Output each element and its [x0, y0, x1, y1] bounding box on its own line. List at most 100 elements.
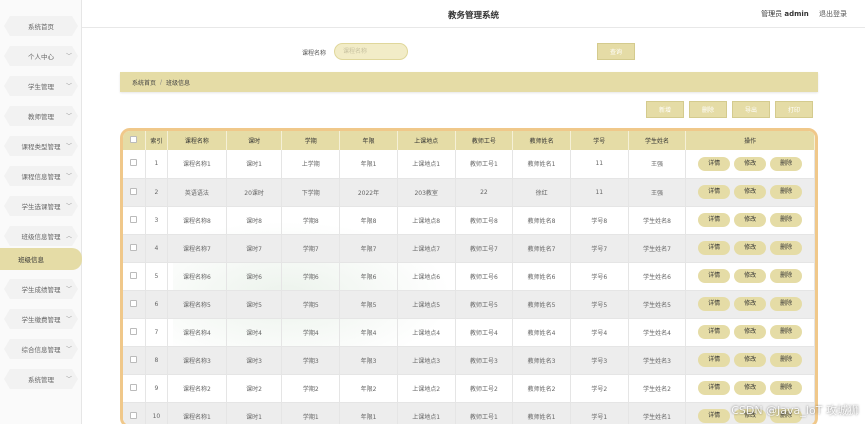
table-cell: 20课时 [226, 178, 283, 207]
search-input[interactable] [334, 43, 408, 60]
table-row: 10 课程名称1 课时1 学期1 年限1 上课地点1 教师工号1 教师姓名1 学号1 学生姓名1 详… [123, 402, 815, 424]
sidebar-item[interactable]: 个人中心 ﹀ [0, 44, 82, 68]
breadcrumb-current: 班级信息 [166, 79, 191, 87]
sidebar-item[interactable]: 学生选课管理 ﹀ [0, 194, 82, 218]
sidebar-item-label: 课程类型管理 [21, 143, 61, 151]
username: admin [784, 10, 809, 18]
sidebar-item[interactable]: 学生缴费管理 ﹀ [0, 307, 82, 331]
table-cell: 上课地点1 [397, 402, 456, 424]
edit-button[interactable]: 修改 [734, 269, 767, 283]
table-cell: 课时7 [226, 234, 283, 263]
batch-delete-button[interactable]: 删除 [689, 101, 727, 118]
table-cell: 课程名称4 [167, 318, 227, 347]
edit-button[interactable]: 修改 [734, 297, 767, 311]
table-cell: 学期3 [281, 346, 341, 375]
row-checkbox[interactable] [130, 327, 138, 335]
table-cell: 学期2 [281, 374, 341, 403]
delete-button[interactable]: 删除 [770, 269, 803, 283]
sidebar-item[interactable]: 班级信息管理 ︿ [0, 224, 82, 248]
delete-button[interactable]: 删除 [770, 325, 803, 339]
row-checkbox[interactable] [130, 243, 138, 251]
table-cell: 课程名称1 [167, 402, 227, 424]
table-cell: 1 [145, 150, 169, 179]
table-cell: 学号3 [570, 346, 629, 375]
print-button[interactable]: 打印 [775, 101, 813, 118]
edit-button[interactable]: 修改 [734, 156, 767, 171]
edit-button[interactable]: 修改 [734, 213, 767, 227]
column-header: 操作 [685, 131, 815, 150]
table-cell: 上课地点1 [397, 150, 456, 179]
table-cell: 教师工号8 [455, 206, 514, 235]
add-button[interactable]: 新增 [646, 101, 684, 118]
search-button[interactable]: 查询 [597, 43, 635, 60]
sidebar-item[interactable]: 教师管理 ﹀ [0, 104, 82, 128]
row-checkbox[interactable] [130, 299, 138, 307]
row-checkbox[interactable] [130, 411, 138, 419]
logout-link[interactable]: 退出登录 [819, 10, 847, 18]
sidebar-item[interactable]: 学生管理 ﹀ [0, 74, 82, 98]
detail-button[interactable]: 详情 [698, 269, 731, 283]
delete-button[interactable]: 删除 [770, 185, 803, 199]
breadcrumb-home[interactable]: 系统首页 [132, 78, 156, 87]
table-cell: 学生姓名5 [628, 290, 687, 319]
delete-button[interactable]: 删除 [770, 353, 803, 367]
sidebar-subitem-class-info[interactable]: 班级信息 [0, 248, 82, 270]
row-checkbox[interactable] [130, 187, 138, 195]
edit-button[interactable]: 修改 [734, 325, 767, 339]
delete-button[interactable]: 删除 [770, 213, 803, 227]
column-header: 学期 [281, 131, 341, 150]
row-actions-cell: 详情 修改 删除 [685, 374, 815, 403]
column-header: 教师工号 [455, 131, 514, 150]
sidebar-item[interactable]: 课程类型管理 ﹀ [0, 134, 82, 158]
row-checkbox[interactable] [130, 271, 138, 279]
table-cell: 上课地点6 [397, 262, 456, 291]
delete-button[interactable]: 删除 [770, 297, 803, 311]
sidebar-item[interactable]: 课程信息管理 ﹀ [0, 164, 82, 188]
table-cell: 7 [145, 318, 169, 347]
table-cell: 下学期 [281, 178, 341, 207]
delete-button[interactable]: 删除 [770, 241, 803, 255]
detail-button[interactable]: 详情 [698, 353, 731, 367]
edit-button[interactable]: 修改 [734, 241, 767, 255]
table-cell: 王强 [628, 178, 687, 207]
row-actions-cell: 详情 修改 删除 [685, 262, 815, 291]
table-row: 5 课程名称6 课时6 学期6 年限6 上课地点6 教师工号6 教师姓名6 学号6 学生姓名6 详情… [123, 262, 815, 291]
sidebar-item-label: 系统管理 [28, 376, 54, 384]
edit-button[interactable]: 修改 [734, 353, 767, 367]
table-cell: 年限4 [339, 318, 398, 347]
table-cell: 11 [570, 150, 629, 179]
row-checkbox[interactable] [130, 215, 138, 223]
detail-button[interactable]: 详情 [698, 409, 731, 423]
table-cell: 课时3 [226, 346, 283, 375]
table-cell: 课时2 [226, 374, 283, 403]
app-title: 教务管理系统 [447, 11, 499, 21]
detail-button[interactable]: 详情 [698, 297, 731, 311]
table-header-row: 索引 课程名称 课时 学期 年限 上课地点 教师工号 教师姓名 学号 学生姓名 操作 [123, 131, 815, 150]
detail-button[interactable]: 详情 [698, 241, 731, 255]
detail-button[interactable]: 详情 [698, 156, 731, 171]
sidebar-item[interactable]: 综合信息管理 ﹀ [0, 337, 82, 361]
select-all-checkbox[interactable] [130, 136, 138, 143]
detail-button[interactable]: 详情 [698, 213, 731, 227]
detail-button[interactable]: 详情 [698, 381, 731, 395]
export-button[interactable]: 导出 [732, 101, 770, 118]
row-checkbox[interactable] [130, 159, 138, 167]
row-checkbox[interactable] [130, 383, 138, 391]
row-checkbox[interactable] [130, 355, 138, 363]
detail-button[interactable]: 详情 [698, 185, 731, 199]
table-cell: 教师工号3 [455, 346, 514, 375]
detail-button[interactable]: 详情 [698, 325, 731, 339]
delete-button[interactable]: 删除 [770, 381, 803, 395]
table-cell: 教师姓名7 [512, 234, 571, 263]
edit-button[interactable]: 修改 [734, 185, 767, 199]
sidebar-item-label: 班级信息管理 [21, 233, 61, 241]
sidebar-item[interactable]: 系统首页 [0, 14, 82, 38]
table-cell: 年限1 [339, 150, 398, 179]
sidebar-item[interactable]: 系统管理 ﹀ [0, 367, 82, 391]
table-cell: 课程名称1 [167, 150, 227, 179]
data-table-container: 索引 课程名称 课时 学期 年限 上课地点 教师工号 教师姓名 学号 学生姓名 操作 1 课程名称1 课… [120, 128, 818, 424]
table-cell: 203教室 [397, 178, 456, 207]
edit-button[interactable]: 修改 [734, 381, 767, 395]
delete-button[interactable]: 删除 [770, 156, 803, 171]
sidebar-item[interactable]: 学生成绩管理 ﹀ [0, 277, 82, 301]
